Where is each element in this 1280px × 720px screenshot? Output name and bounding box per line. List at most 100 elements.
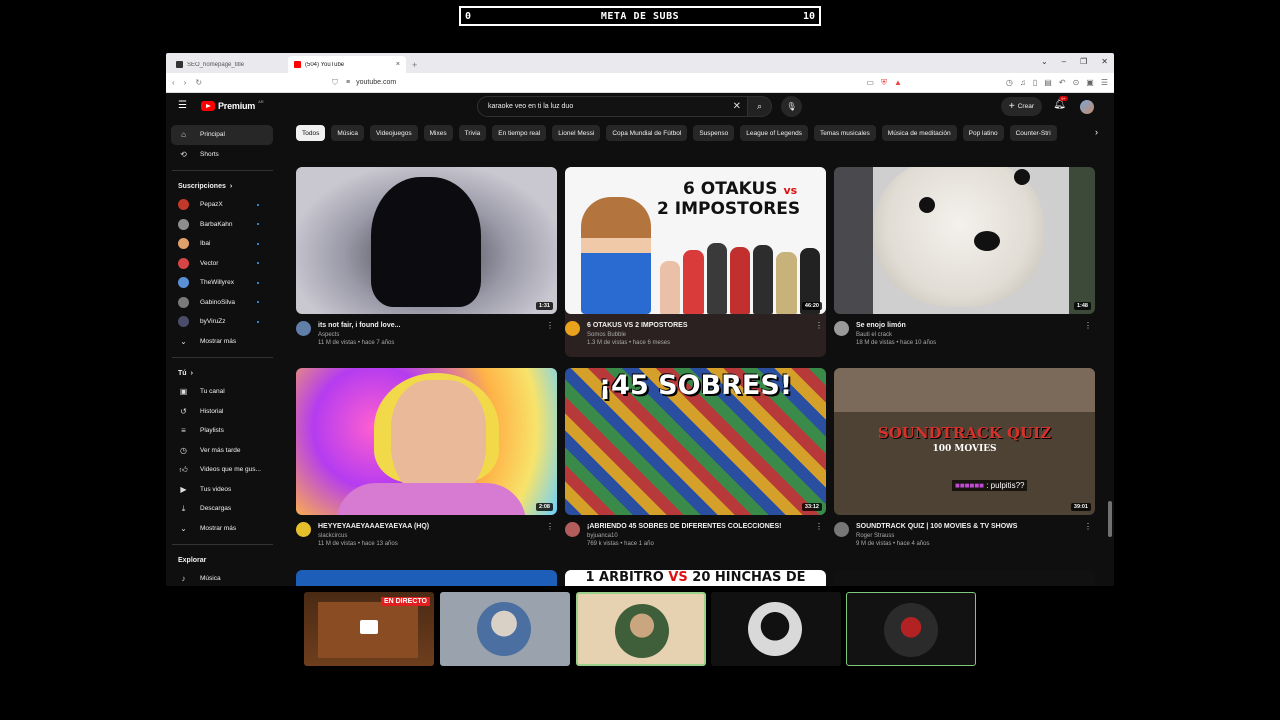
- sidebar-item-subscription[interactable]: PepazX: [166, 195, 273, 215]
- more-options-icon[interactable]: ⋮: [815, 321, 823, 330]
- sidebar-show-more[interactable]: ⌄ Mostrar más: [166, 519, 273, 539]
- wallet-icon[interactable]: ▣: [1086, 78, 1094, 88]
- notifications-button[interactable]: 🔔︎ 9+: [1053, 96, 1068, 110]
- video-thumbnail[interactable]: 1:31: [296, 167, 557, 314]
- search-button[interactable]: ⌕: [748, 96, 772, 117]
- chip[interactable]: Mixes: [423, 125, 453, 141]
- address-bar[interactable]: ≡ youtube.com: [346, 79, 866, 86]
- voice-search-button[interactable]: 🎙: [781, 96, 802, 117]
- channel-name[interactable]: Roger Strauss: [856, 533, 1095, 539]
- chip[interactable]: Música: [331, 125, 364, 141]
- tab-seo[interactable]: SEO_homepage_title: [170, 56, 288, 73]
- more-options-icon[interactable]: ⋮: [1084, 522, 1092, 531]
- channel-avatar[interactable]: [565, 522, 580, 537]
- vpn-icon[interactable]: ⊙: [1073, 78, 1080, 88]
- video-card[interactable]: 1 ARBITRO VS 20 HINCHAS DE FUTBOL: [565, 570, 826, 586]
- channel-avatar[interactable]: [834, 522, 849, 537]
- shield-icon[interactable]: ⛨: [881, 78, 887, 88]
- video-title[interactable]: HEYYEYAAEYAAAEYAEYAA (HQ): [318, 522, 557, 531]
- sidebar-item-shorts[interactable]: ⟲ Shorts: [166, 145, 273, 165]
- rewards-icon[interactable]: ▲: [894, 78, 902, 88]
- more-options-icon[interactable]: ⋮: [815, 522, 823, 531]
- close-icon[interactable]: ✕: [1101, 57, 1108, 66]
- video-title[interactable]: Se enojo limón: [856, 321, 1095, 330]
- video-thumbnail[interactable]: ¡45 SOBRES! 33:12: [565, 368, 826, 515]
- sidebar-item-playlists[interactable]: ≡ Playlists: [166, 421, 273, 441]
- chip[interactable]: Copa Mundial de Fútbol: [606, 125, 688, 141]
- video-thumbnail[interactable]: SOUNDTRACK QUIZ 100 MOVIES ■■■■■■ : pulp…: [834, 368, 1095, 515]
- site-info-icon[interactable]: ≡: [346, 79, 350, 86]
- video-thumbnail[interactable]: [296, 570, 557, 586]
- channel-name[interactable]: slackcircus: [318, 533, 557, 539]
- sidebar-item-subscription[interactable]: GabinoSilva: [166, 293, 273, 313]
- sidebar-item-liked-videos[interactable]: 👍︎ Videos que me gus...: [166, 460, 273, 480]
- video-thumbnail[interactable]: 6 OTAKUS vs 2 IMPOSTORES 46:20: [565, 167, 826, 314]
- channel-avatar[interactable]: [565, 321, 580, 336]
- video-card[interactable]: [296, 570, 557, 586]
- video-thumbnail[interactable]: [834, 570, 1095, 586]
- sidebar-item-subscription[interactable]: byViruZz: [166, 312, 273, 332]
- subscriptions-header[interactable]: Suscripciones ›: [166, 177, 279, 195]
- you-header[interactable]: Tú ›: [166, 364, 279, 382]
- video-thumbnail[interactable]: 1:48: [834, 167, 1095, 314]
- search-input[interactable]: karaoke veo en ti la luz duo ✕: [477, 96, 748, 117]
- close-tab-icon[interactable]: ×: [396, 61, 400, 68]
- cast-icon[interactable]: ▭: [866, 78, 874, 88]
- menu-icon[interactable]: ☰: [1101, 78, 1108, 88]
- video-card[interactable]: SOUNDTRACK QUIZ 100 MOVIES ■■■■■■ : pulp…: [834, 368, 1095, 547]
- chip[interactable]: League of Legends: [740, 125, 808, 141]
- more-options-icon[interactable]: ⋮: [1084, 321, 1092, 330]
- reload-icon[interactable]: ↻: [195, 78, 202, 87]
- sidebar-item-subscription[interactable]: BarbaKahn: [166, 215, 273, 235]
- restore-icon[interactable]: ❐: [1080, 57, 1087, 66]
- bookmark-icon[interactable]: ⛉: [332, 78, 346, 88]
- more-options-icon[interactable]: ⋮: [546, 321, 554, 330]
- new-tab-button[interactable]: +: [406, 60, 423, 73]
- sidebar-show-more[interactable]: ⌄ Mostrar más: [166, 332, 273, 352]
- sidebar-item-musica[interactable]: ♪ Música: [166, 569, 273, 586]
- video-title[interactable]: SOUNDTRACK QUIZ | 100 MOVIES & TV SHOWS: [856, 522, 1095, 531]
- extensions-icon[interactable]: ◷: [1006, 78, 1013, 88]
- clear-search-icon[interactable]: ✕: [733, 101, 741, 112]
- channel-name[interactable]: Bauti el crack: [856, 332, 1095, 338]
- video-title[interactable]: 6 OTAKUS VS 2 IMPOSTORES: [587, 321, 826, 330]
- sidebar-item-ver-mas-tarde[interactable]: ◷ Ver más tarde: [166, 441, 273, 461]
- chip-todos[interactable]: Todos: [296, 125, 326, 141]
- channel-name[interactable]: Aspects: [318, 332, 557, 338]
- channel-avatar[interactable]: [296, 522, 311, 537]
- channel-avatar[interactable]: [834, 321, 849, 336]
- chevron-right-icon[interactable]: ›: [1095, 127, 1098, 137]
- sidebar-item-tu-canal[interactable]: ▣ Tu canal: [166, 382, 273, 402]
- sidebar-item-subscription[interactable]: Vector: [166, 254, 273, 274]
- chip[interactable]: Pop latino: [962, 125, 1004, 141]
- sidebar-item-tus-videos[interactable]: ▶ Tus videos: [166, 480, 273, 500]
- tab-youtube[interactable]: (504) YouTube ×: [288, 56, 406, 73]
- video-card[interactable]: 6 OTAKUS vs 2 IMPOSTORES 46:20 6 OTAKUS …: [565, 167, 826, 357]
- sidebar-item-principal[interactable]: ⌂ Principal: [171, 125, 273, 145]
- video-title[interactable]: ¡ABRIENDO 45 SOBRES DE DIFERENTES COLECC…: [587, 522, 826, 531]
- chip[interactable]: Trivia: [458, 125, 487, 141]
- video-card[interactable]: 1:48 Se enojo limón Bauti el crack 18 M …: [834, 167, 1095, 346]
- chip[interactable]: Lionel Messi: [552, 125, 601, 141]
- video-card[interactable]: [834, 570, 1095, 586]
- chip[interactable]: Música de meditación: [881, 125, 957, 141]
- chip[interactable]: Videojuegos: [369, 125, 418, 141]
- video-card[interactable]: 1:31 its not fair, i found love... Aspec…: [296, 167, 557, 346]
- video-card[interactable]: ¡45 SOBRES! 33:12 ¡ABRIENDO 45 SOBRES DE…: [565, 368, 826, 547]
- scrollbar-thumb[interactable]: [1108, 501, 1112, 537]
- youtube-logo[interactable]: Premium AR: [201, 99, 264, 111]
- reading-list-icon[interactable]: ▤: [1044, 78, 1052, 88]
- sidebar-icon[interactable]: ▯: [1033, 78, 1037, 88]
- sidebar-item-subscription[interactable]: Ibai: [166, 234, 273, 254]
- minimize-icon[interactable]: –: [1062, 57, 1066, 66]
- account-avatar[interactable]: [1080, 100, 1094, 114]
- video-thumbnail[interactable]: 2:08: [296, 368, 557, 515]
- history-toolbar-icon[interactable]: ↶: [1059, 78, 1066, 88]
- hamburger-menu-icon[interactable]: ☰: [178, 101, 188, 111]
- channel-name[interactable]: Somos Bubble: [587, 332, 826, 338]
- chip[interactable]: Suspenso: [693, 125, 735, 141]
- create-button[interactable]: + Crear: [1000, 97, 1042, 116]
- channel-name[interactable]: byjuanca10: [587, 533, 826, 539]
- chip[interactable]: Counter-Stri: [1009, 125, 1057, 141]
- video-title[interactable]: its not fair, i found love...: [318, 321, 557, 330]
